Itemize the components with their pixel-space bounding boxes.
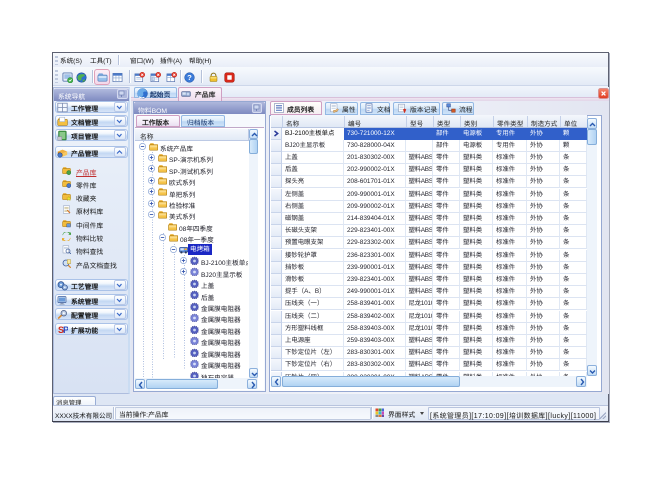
svg-text:P: P (63, 325, 68, 335)
svg-text:?: ? (187, 73, 192, 82)
